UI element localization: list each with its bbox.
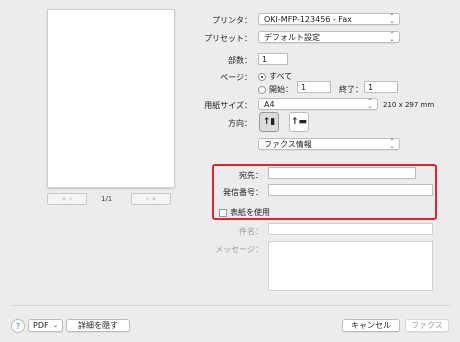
help-button[interactable]: ? — [11, 319, 25, 333]
cover-page-label: 表紙を使用 — [230, 208, 270, 217]
subject-label: 件名： — [239, 227, 263, 236]
next-page-icon[interactable]: › — [146, 195, 149, 203]
pages-to-label: 終了： — [339, 85, 363, 94]
first-page-icon[interactable]: « — [62, 195, 66, 203]
paper-size-select[interactable]: A4 ⌃ ⌄ — [258, 98, 378, 110]
message-textarea[interactable] — [268, 241, 433, 291]
preset-label: プリセット： — [204, 34, 252, 43]
radio-all[interactable] — [258, 72, 266, 81]
pages-from-label: 開始： — [269, 85, 293, 94]
portrait-icon: ↑▮ — [262, 117, 276, 127]
copies-input[interactable]: 1 — [258, 53, 288, 65]
pages-all-label: すべて — [269, 72, 293, 81]
page-indicator: 1/1 — [101, 195, 113, 203]
copies-label: 部数： — [228, 56, 252, 65]
paper-size-label: 用紙サイズ： — [204, 101, 252, 110]
chevron-updown-icon: ⌃ ⌄ — [389, 138, 395, 150]
paper-size-value: A4 — [264, 99, 275, 109]
sender-number-label: 発信番号： — [223, 188, 263, 197]
preset-select[interactable]: デフォルト設定 ⌃ ⌄ — [258, 31, 400, 43]
destination-label: 宛先： — [239, 171, 263, 180]
landscape-button[interactable]: ↑▬ — [289, 112, 309, 132]
section-select[interactable]: ファクス情報 ⌃ ⌄ — [258, 138, 400, 150]
chevron-updown-icon: ⌃ ⌄ — [367, 98, 373, 110]
sender-number-input[interactable] — [268, 184, 433, 196]
printer-value: OKI-MFP-123456 - Fax — [264, 14, 352, 24]
hide-details-button[interactable]: 詳細を隠す — [66, 319, 130, 332]
orientation-label: 方向： — [228, 119, 252, 128]
last-page-icon[interactable]: » — [152, 195, 156, 203]
portrait-button[interactable]: ↑▮ — [259, 112, 279, 132]
pdf-menu-button[interactable]: PDF ⌄ — [28, 319, 63, 332]
paper-dimensions: 210 x 297 mm — [383, 101, 435, 109]
message-label: メッセージ： — [215, 245, 263, 254]
section-value: ファクス情報 — [264, 139, 312, 149]
cover-page-option[interactable]: 表紙を使用 — [219, 207, 270, 218]
chevron-updown-icon: ⌃ ⌄ — [389, 31, 395, 43]
pages-to-input[interactable]: 1 — [364, 81, 398, 93]
pages-range-option[interactable]: 開始： — [258, 84, 293, 95]
pdf-label: PDF — [33, 321, 49, 330]
help-icon: ? — [15, 321, 21, 331]
cancel-button[interactable]: キャンセル — [342, 319, 400, 332]
pages-label: ページ： — [220, 73, 252, 82]
fax-send-button[interactable]: ファクス — [405, 319, 449, 332]
pages-from-input[interactable]: 1 — [297, 81, 331, 93]
previous-page-icon[interactable]: ‹ — [69, 195, 72, 203]
subject-input[interactable] — [268, 223, 433, 235]
chevron-down-icon: ⌄ — [52, 322, 58, 329]
chevron-updown-icon: ⌃ ⌄ — [389, 13, 395, 25]
cover-page-checkbox[interactable] — [219, 208, 227, 217]
preset-value: デフォルト設定 — [264, 32, 320, 42]
footer-divider — [10, 305, 450, 306]
printer-label: プリンタ： — [212, 16, 252, 25]
previous-page-buttons[interactable]: « ‹ — [47, 193, 87, 205]
destination-input[interactable] — [268, 167, 416, 179]
radio-range[interactable] — [258, 85, 266, 94]
landscape-icon: ↑▬ — [290, 117, 308, 127]
printer-select[interactable]: OKI-MFP-123456 - Fax ⌃ ⌄ — [258, 13, 400, 25]
pages-all-option[interactable]: すべて — [258, 71, 292, 82]
